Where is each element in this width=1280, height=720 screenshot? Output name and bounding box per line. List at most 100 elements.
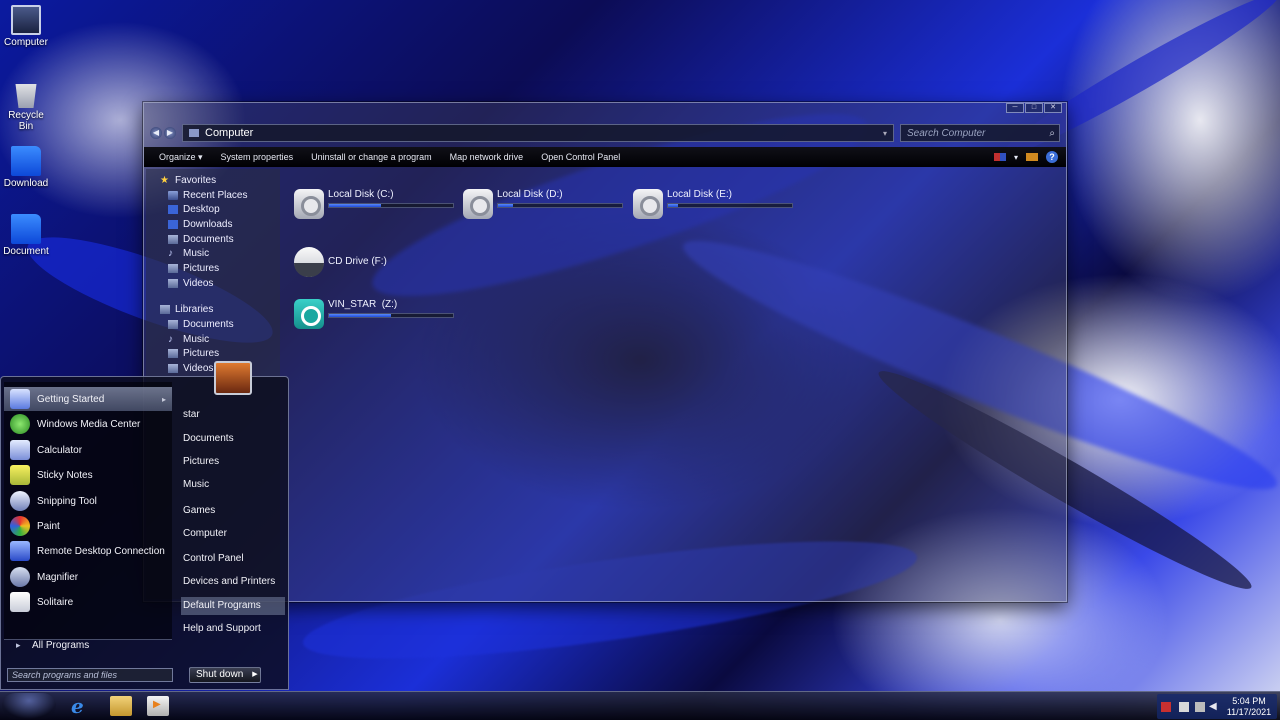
chevron-down-icon[interactable]: ▾	[1014, 153, 1018, 162]
nav-favorites[interactable]: ★ Favorites	[146, 173, 280, 188]
search-input[interactable]: Search Computer ⌕	[900, 124, 1060, 142]
program-sticky-notes[interactable]: Sticky Notes	[4, 463, 172, 487]
file-explorer-icon[interactable]	[110, 696, 132, 716]
user-picture[interactable]	[214, 361, 252, 395]
start-item-computer[interactable]: Computer	[181, 525, 285, 543]
shutdown-options-icon[interactable]: ▶	[249, 667, 261, 683]
nav-item-recent-places[interactable]: Recent Places	[146, 188, 280, 203]
program-remote-desktop[interactable]: Remote Desktop Connection	[4, 539, 172, 563]
nav-label: Favorites	[175, 174, 217, 186]
videos-icon	[168, 278, 178, 288]
organize-button[interactable]: Organize ▾	[150, 152, 212, 163]
drive-z[interactable]: VIN_STAR (Z:)	[294, 299, 464, 333]
chevron-down-icon[interactable]: ▾	[883, 129, 887, 138]
change-view-icon[interactable]	[993, 153, 1006, 161]
nav-item-lib-music[interactable]: ♪ Music	[146, 332, 280, 347]
program-magnifier[interactable]: Magnifier	[4, 565, 172, 589]
program-getting-started[interactable]: Getting Started ▸	[4, 387, 172, 411]
nav-item-lib-pictures[interactable]: Pictures	[146, 347, 280, 362]
back-button[interactable]: ◀	[150, 127, 162, 139]
computer-small-icon	[189, 129, 199, 137]
submenu-arrow-icon[interactable]: ▸	[162, 395, 166, 404]
recycle-bin-icon	[15, 84, 37, 108]
open-control-panel-button[interactable]: Open Control Panel	[532, 152, 629, 162]
program-label: Snipping Tool	[37, 495, 97, 507]
uninstall-program-button[interactable]: Uninstall or change a program	[302, 152, 441, 162]
search-icon[interactable]: ⌕	[1049, 128, 1055, 139]
desktop-icon-document[interactable]: Document	[2, 214, 50, 257]
start-item-default-programs[interactable]: Default Programs	[181, 597, 285, 615]
magnifier-icon	[10, 567, 30, 587]
help-icon[interactable]: ?	[1046, 151, 1058, 163]
nav-libraries[interactable]: Libraries	[146, 303, 280, 318]
start-button[interactable]	[2, 693, 56, 719]
nav-item-lib-documents[interactable]: Documents	[146, 317, 280, 332]
internet-explorer-icon[interactable]: e	[71, 696, 93, 716]
network-icon[interactable]	[1179, 702, 1189, 712]
preview-pane-icon[interactable]	[1026, 153, 1038, 161]
printer-icon[interactable]	[1195, 702, 1205, 712]
start-search-input[interactable]: Search programs and files	[7, 668, 173, 682]
pictures-icon	[168, 263, 178, 273]
program-label: Windows Media Center	[37, 418, 141, 430]
nav-label: Recent Places	[183, 189, 248, 201]
close-button[interactable]: ✕	[1044, 103, 1062, 113]
nav-item-documents[interactable]: Documents	[146, 232, 280, 247]
drive-d[interactable]: Local Disk (D:)	[463, 189, 633, 223]
program-calculator[interactable]: Calculator	[4, 438, 172, 462]
nav-label: Music	[183, 333, 210, 345]
media-player-icon[interactable]	[147, 696, 169, 716]
start-item-devices-printers[interactable]: Devices and Printers	[181, 573, 285, 591]
search-placeholder: Search Computer	[907, 127, 986, 139]
nav-item-desktop[interactable]: Desktop	[146, 202, 280, 217]
drive-label: Local Disk (E:)	[667, 189, 733, 200]
volume-icon[interactable]: ◀	[1209, 702, 1219, 712]
program-label: Magnifier	[37, 571, 79, 583]
program-windows-media-center[interactable]: Windows Media Center	[4, 412, 172, 436]
start-item-pictures[interactable]: Pictures	[181, 453, 285, 471]
drive-e[interactable]: Local Disk (E:)	[633, 189, 803, 223]
clock-time[interactable]: 5:04 PM	[1223, 696, 1275, 706]
system-properties-button[interactable]: System properties	[212, 152, 303, 162]
taskbar: e ◀ 5:04 PM 11/17/2021	[0, 691, 1280, 720]
nav-item-lib-videos[interactable]: Videos	[146, 361, 280, 376]
start-item-control-panel[interactable]: Control Panel	[181, 550, 285, 568]
minimize-button[interactable]: ─	[1006, 103, 1024, 113]
drive-label: VIN_STAR (Z:)	[328, 299, 398, 310]
nav-label: Downloads	[183, 218, 233, 230]
snipping-tool-icon	[10, 491, 30, 511]
start-item-music[interactable]: Music	[181, 476, 285, 494]
program-solitaire[interactable]: Solitaire	[4, 590, 172, 614]
nav-item-downloads[interactable]: Downloads	[146, 217, 280, 232]
address-bar[interactable]: Computer ▾	[182, 124, 894, 142]
clock-date[interactable]: 11/17/2021	[1223, 707, 1275, 717]
desktop-icon-recycle-bin[interactable]: Recycle Bin	[2, 78, 50, 132]
nav-item-pictures[interactable]: Pictures	[146, 261, 280, 276]
map-network-drive-button[interactable]: Map network drive	[441, 152, 533, 162]
videos-icon	[168, 364, 178, 374]
program-snipping-tool[interactable]: Snipping Tool	[4, 489, 172, 513]
paint-icon	[10, 516, 30, 536]
start-item-documents[interactable]: Documents	[181, 430, 285, 448]
nav-item-videos[interactable]: Videos	[146, 276, 280, 291]
forward-button[interactable]: ▶	[164, 127, 176, 139]
start-menu: Getting Started ▸ Windows Media Center C…	[0, 361, 289, 690]
action-center-icon[interactable]	[1161, 702, 1171, 712]
start-item-games[interactable]: Games	[181, 502, 285, 520]
drive-c[interactable]: Local Disk (C:)	[294, 189, 464, 223]
start-item-help-support[interactable]: Help and Support	[181, 620, 285, 638]
nav-label: Documents	[183, 233, 234, 245]
folder-icon	[11, 214, 41, 244]
program-paint[interactable]: Paint	[4, 514, 172, 538]
maximize-button[interactable]: □	[1025, 103, 1043, 113]
desktop-icon-download[interactable]: Download	[2, 146, 50, 189]
documents-icon	[168, 320, 178, 330]
nav-label: Videos	[183, 363, 214, 375]
nav-label: Music	[183, 248, 210, 260]
drive-f[interactable]: CD Drive (F:)	[294, 247, 464, 281]
start-item-star[interactable]: star	[181, 406, 285, 424]
music-icon: ♪	[168, 248, 173, 260]
desktop-icon-computer[interactable]: Computer	[2, 5, 50, 48]
all-programs-button[interactable]: All Programs	[4, 639, 172, 653]
nav-item-music[interactable]: ♪ Music	[146, 246, 280, 261]
